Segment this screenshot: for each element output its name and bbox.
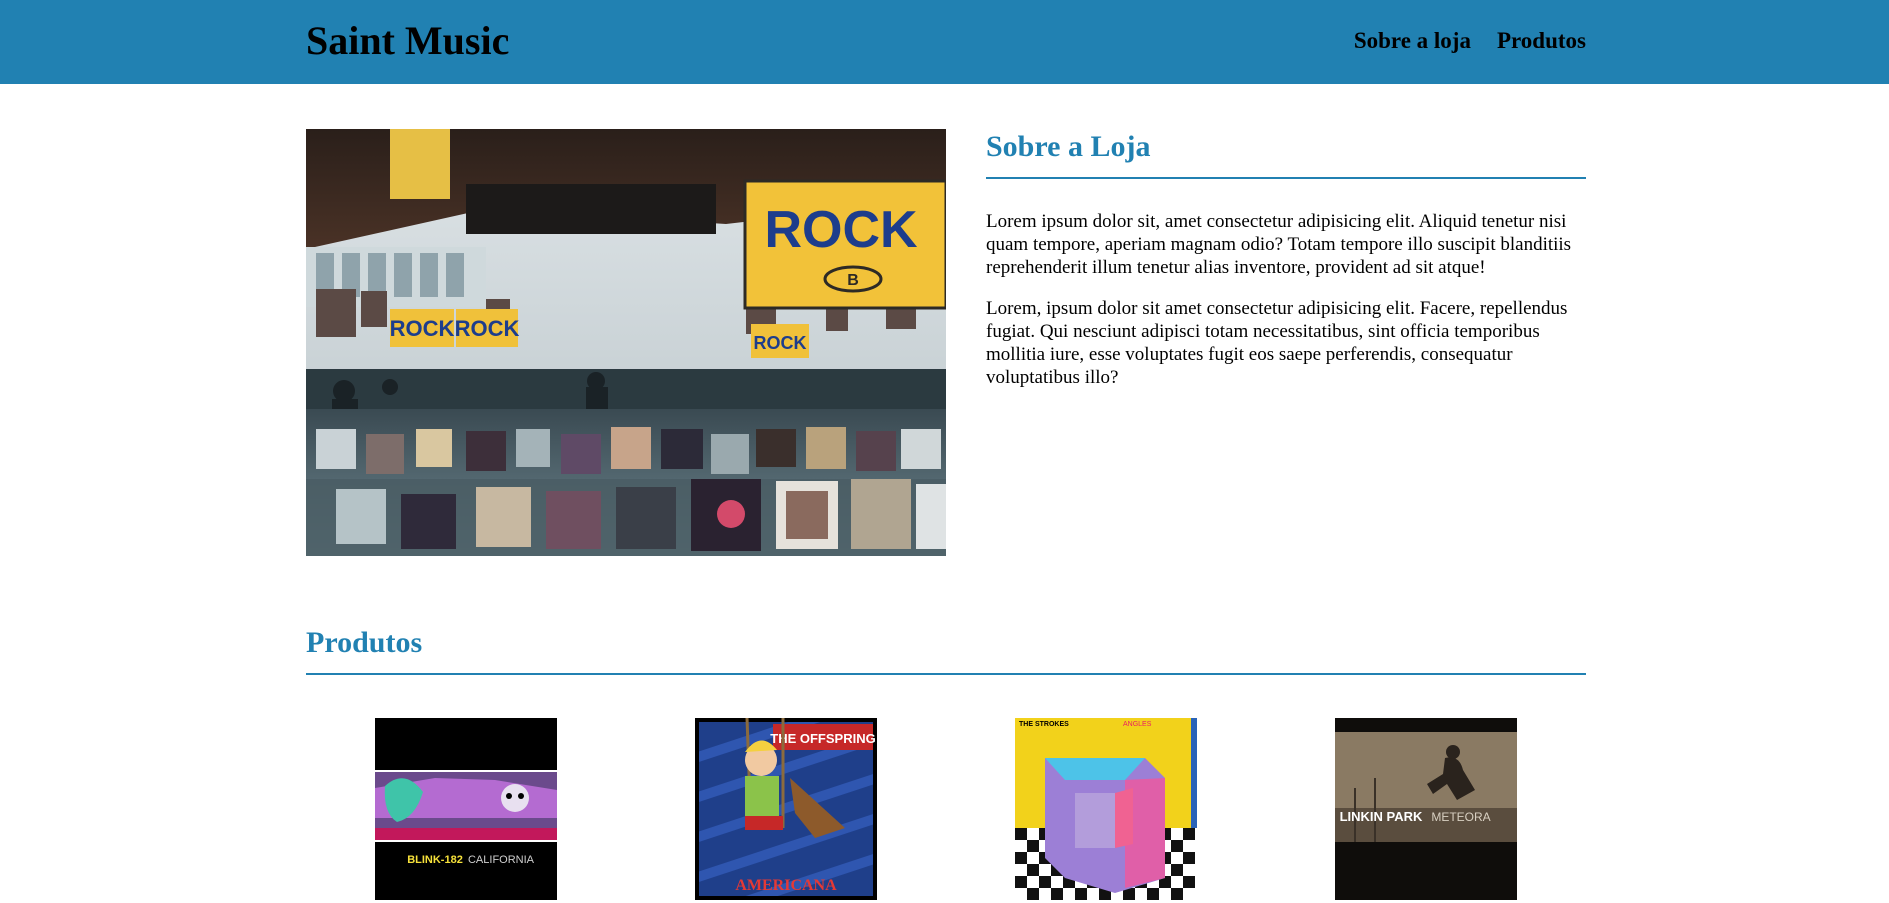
album-cover-offspring-americana: THE OFFSPRING AMERICANA xyxy=(695,718,877,900)
product-card-linkin-park-meteora[interactable]: LINKIN PARK METEORA xyxy=(1335,718,1517,900)
product-card-offspring-americana[interactable]: THE OFFSPRING AMERICANA xyxy=(695,718,877,900)
svg-text:BLINK-182: BLINK-182 xyxy=(407,854,463,866)
product-card-blink-182[interactable]: BLINK-182 CALIFORNIA xyxy=(375,718,557,900)
svg-text:ROCK: ROCK xyxy=(754,333,807,353)
products-header: Produtos xyxy=(306,625,1586,675)
svg-text:METEORA: METEORA xyxy=(1431,810,1490,824)
about-paragraph-2: Lorem, ipsum dolor sit amet consectetur … xyxy=(986,298,1568,388)
album-cover-strokes-angles: THE STROKES ANGLES xyxy=(1015,718,1197,900)
nav-link-sobre-a-loja[interactable]: Sobre a loja xyxy=(1354,26,1471,56)
svg-text:LINKIN PARK: LINKIN PARK xyxy=(1340,809,1423,824)
svg-text:THE OFFSPRING: THE OFFSPRING xyxy=(770,731,875,746)
main-nav: Sobre a loja Produtos xyxy=(1354,26,1586,56)
products-title: Produtos xyxy=(306,626,423,659)
svg-text:ROCK: ROCK xyxy=(455,316,520,341)
svg-text:THE STROKES: THE STROKES xyxy=(1019,721,1069,728)
about-paragraph-1: Lorem ipsum dolor sit, amet consectetur … xyxy=(986,211,1572,278)
site-logo[interactable]: Saint Music xyxy=(306,18,509,64)
about-title: Sobre a Loja xyxy=(986,130,1151,163)
rock-sign-text: ROCK xyxy=(764,201,918,259)
record-store-photo: ROCK B ROCK ROCK ROCK xyxy=(306,129,946,556)
svg-text:ROCK: ROCK xyxy=(390,316,455,341)
album-cover-linkin-park-meteora: LINKIN PARK METEORA xyxy=(1335,718,1517,900)
about-divider xyxy=(986,177,1586,179)
product-list: BLINK-182 CALIFORNIA THE OFFSPRING AMERI… xyxy=(306,718,1586,903)
svg-text:B: B xyxy=(847,272,859,289)
about-section: Sobre a Loja Lorem ipsum dolor sit, amet… xyxy=(986,129,1586,389)
svg-text:AMERICANA: AMERICANA xyxy=(735,877,837,894)
products-divider xyxy=(306,673,1586,675)
album-cover-blink-182: BLINK-182 CALIFORNIA xyxy=(375,718,557,900)
svg-text:CALIFORNIA: CALIFORNIA xyxy=(468,854,535,866)
nav-link-produtos[interactable]: Produtos xyxy=(1497,26,1586,56)
svg-text:ANGLES: ANGLES xyxy=(1123,721,1152,728)
product-card-strokes-angles[interactable]: THE STROKES ANGLES xyxy=(1015,718,1197,900)
site-header: Saint Music Sobre a loja Produtos xyxy=(0,0,1889,84)
